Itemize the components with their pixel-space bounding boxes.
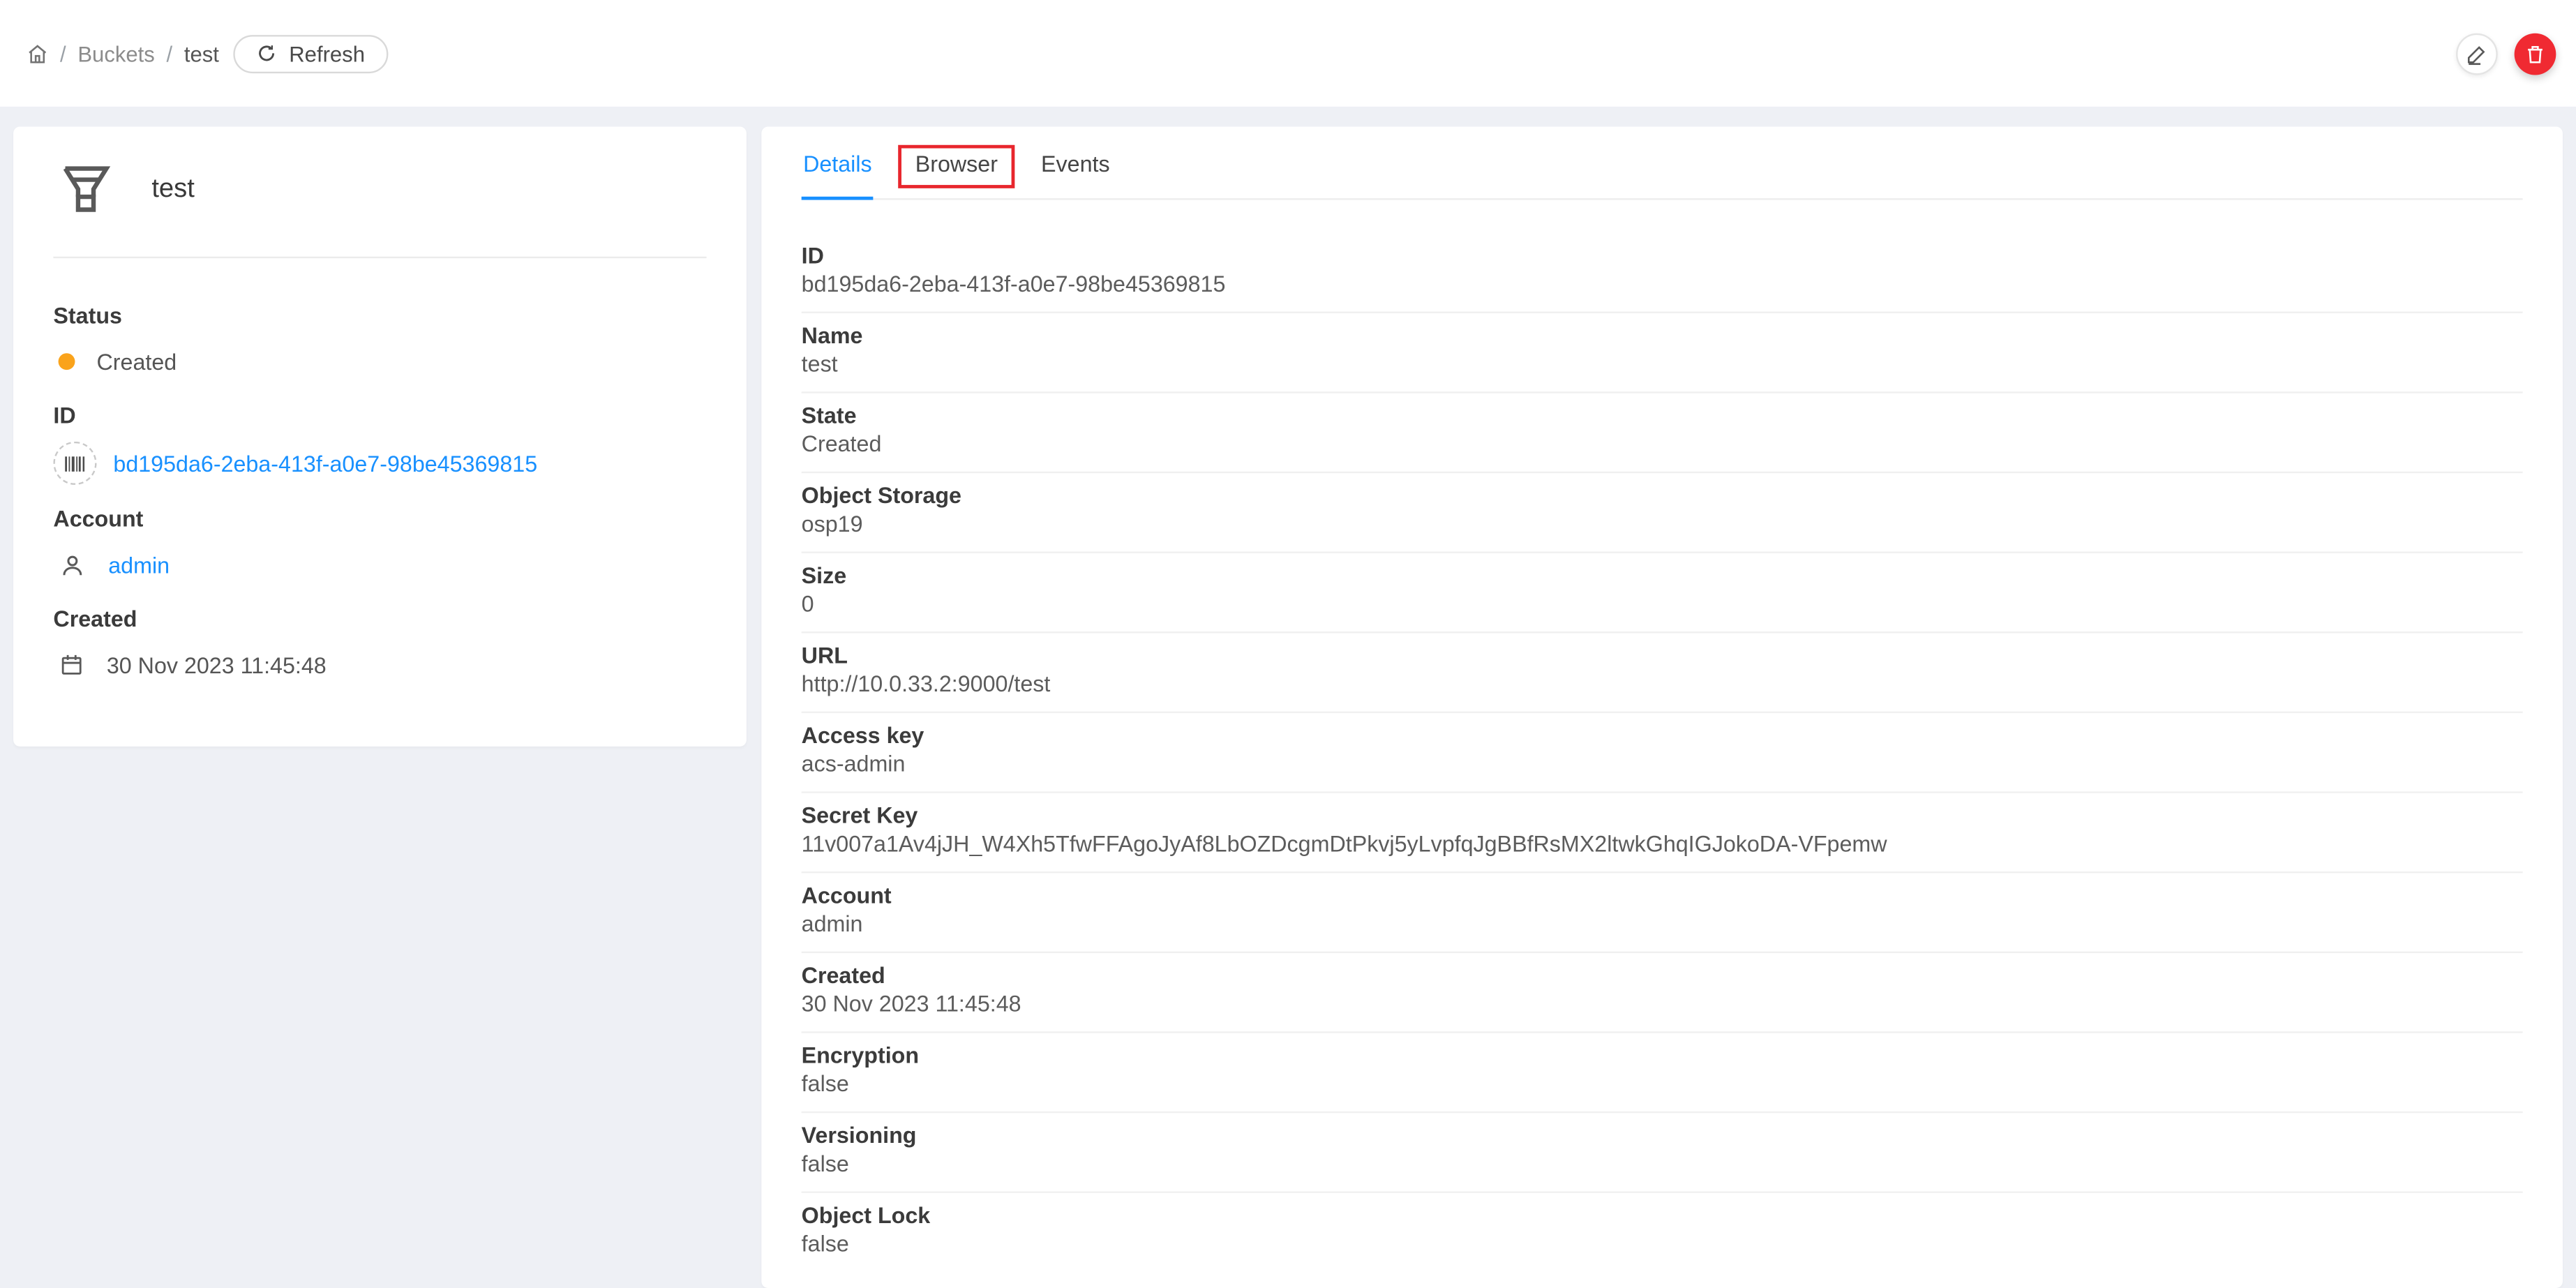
top-bar: / Buckets / test Refresh [0,0,2576,107]
detail-row-secret-key: Secret Key 11v007a1Av4jJH_W4Xh5TfwFFAgoJ… [801,793,2523,874]
breadcrumb-item-current: test [184,40,219,66]
tab-browser-label: Browser [915,151,998,177]
details-list: ID bd195da6-2eba-413f-a0e7-98be45369815 … [801,233,2523,1271]
id-section: ID bd195da6-2eba-413f-a0e7-98be45369815 [53,403,706,485]
detail-row-account: Account admin [801,873,2523,953]
user-icon [53,553,91,578]
detail-row-size: Size 0 [801,553,2523,634]
status-value: Created [96,349,177,375]
breadcrumb-separator: / [59,40,66,66]
created-value: 30 Nov 2023 11:45:48 [106,652,327,677]
account-link[interactable]: admin [108,553,170,578]
detail-row-encryption: Encryption false [801,1033,2523,1114]
edit-button[interactable] [2456,32,2498,75]
divider [53,256,707,259]
detail-row-object-storage: Object Storage osp19 [801,473,2523,553]
resource-title: test [151,174,195,203]
calendar-icon [53,653,90,676]
detail-row-access-key: Access key acs-admin [801,713,2523,793]
resource-info-card: test Status Created ID bd195da6-2eba-413… [13,126,747,747]
status-section: Status Created [53,304,706,382]
breadcrumb-item-buckets[interactable]: Buckets [77,41,154,66]
pencil-icon [2466,43,2487,64]
detail-row-created: Created 30 Nov 2023 11:45:48 [801,953,2523,1033]
status-label: Status [53,303,122,329]
barcode-icon [53,441,97,485]
detail-row-name: Name test [801,313,2523,394]
tab-details[interactable]: Details [801,150,874,200]
bucket-icon [55,158,117,220]
tab-browser[interactable]: Browser [898,144,1014,198]
refresh-button[interactable]: Refresh [234,33,389,73]
id-label: ID [53,403,76,428]
detail-row-url: URL http://10.0.33.2:9000/test [801,633,2523,714]
resource-id-link[interactable]: bd195da6-2eba-413f-a0e7-98be45369815 [113,451,537,476]
resource-header: test [53,158,706,220]
created-section: Created 30 Nov 2023 11:45:48 [53,606,706,684]
tab-events[interactable]: Events [1040,150,1111,198]
trash-icon [2524,43,2546,64]
refresh-icon [257,43,278,63]
status-dot-icon [58,353,75,370]
created-label: Created [53,606,137,632]
detail-row-object-lock: Object Lock false [801,1203,931,1257]
detail-row-state: State Created [801,394,2523,474]
refresh-label: Refresh [289,40,365,66]
breadcrumb: / Buckets / test [27,41,219,66]
delete-button[interactable] [2514,32,2556,75]
breadcrumb-separator: / [166,40,173,66]
details-card: Details Browser Events ID bd195da6-2eba-… [761,126,2563,1288]
detail-row-id: ID bd195da6-2eba-413f-a0e7-98be45369815 [801,233,2523,313]
detail-row-versioning: Versioning false [801,1113,2523,1193]
content-area: test Status Created ID bd195da6-2eba-413… [0,107,2576,1288]
account-label: Account [53,506,144,532]
page: / Buckets / test Refresh test Status Cre… [0,0,2576,1288]
home-icon[interactable] [27,43,48,64]
tab-bar: Details Browser Events [801,126,2523,200]
account-section: Account admin [53,507,706,585]
